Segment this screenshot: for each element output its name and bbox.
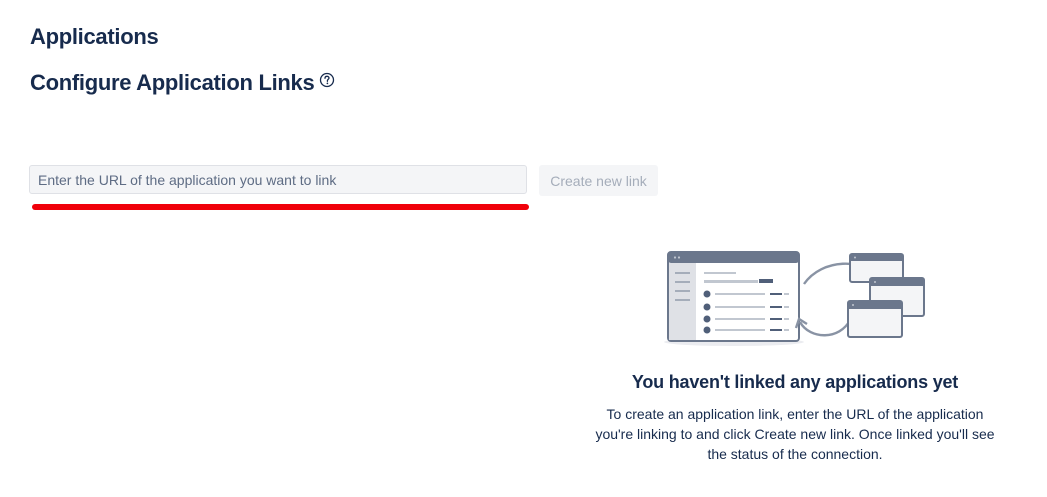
application-url-input[interactable]	[29, 165, 527, 194]
question-circle-icon[interactable]	[319, 68, 335, 88]
linked-windows-illustration	[664, 251, 925, 346]
page-header: Applications	[30, 24, 159, 49]
annotation-underline	[32, 204, 529, 210]
create-new-link-button[interactable]: Create new link	[539, 165, 658, 196]
empty-state-title: You haven't linked any applications yet	[631, 372, 959, 392]
section-title-text: Configure Application Links	[30, 70, 315, 95]
empty-state-description: To create an application link, enter the…	[595, 406, 995, 462]
section-title: Configure Application Links	[30, 70, 335, 96]
